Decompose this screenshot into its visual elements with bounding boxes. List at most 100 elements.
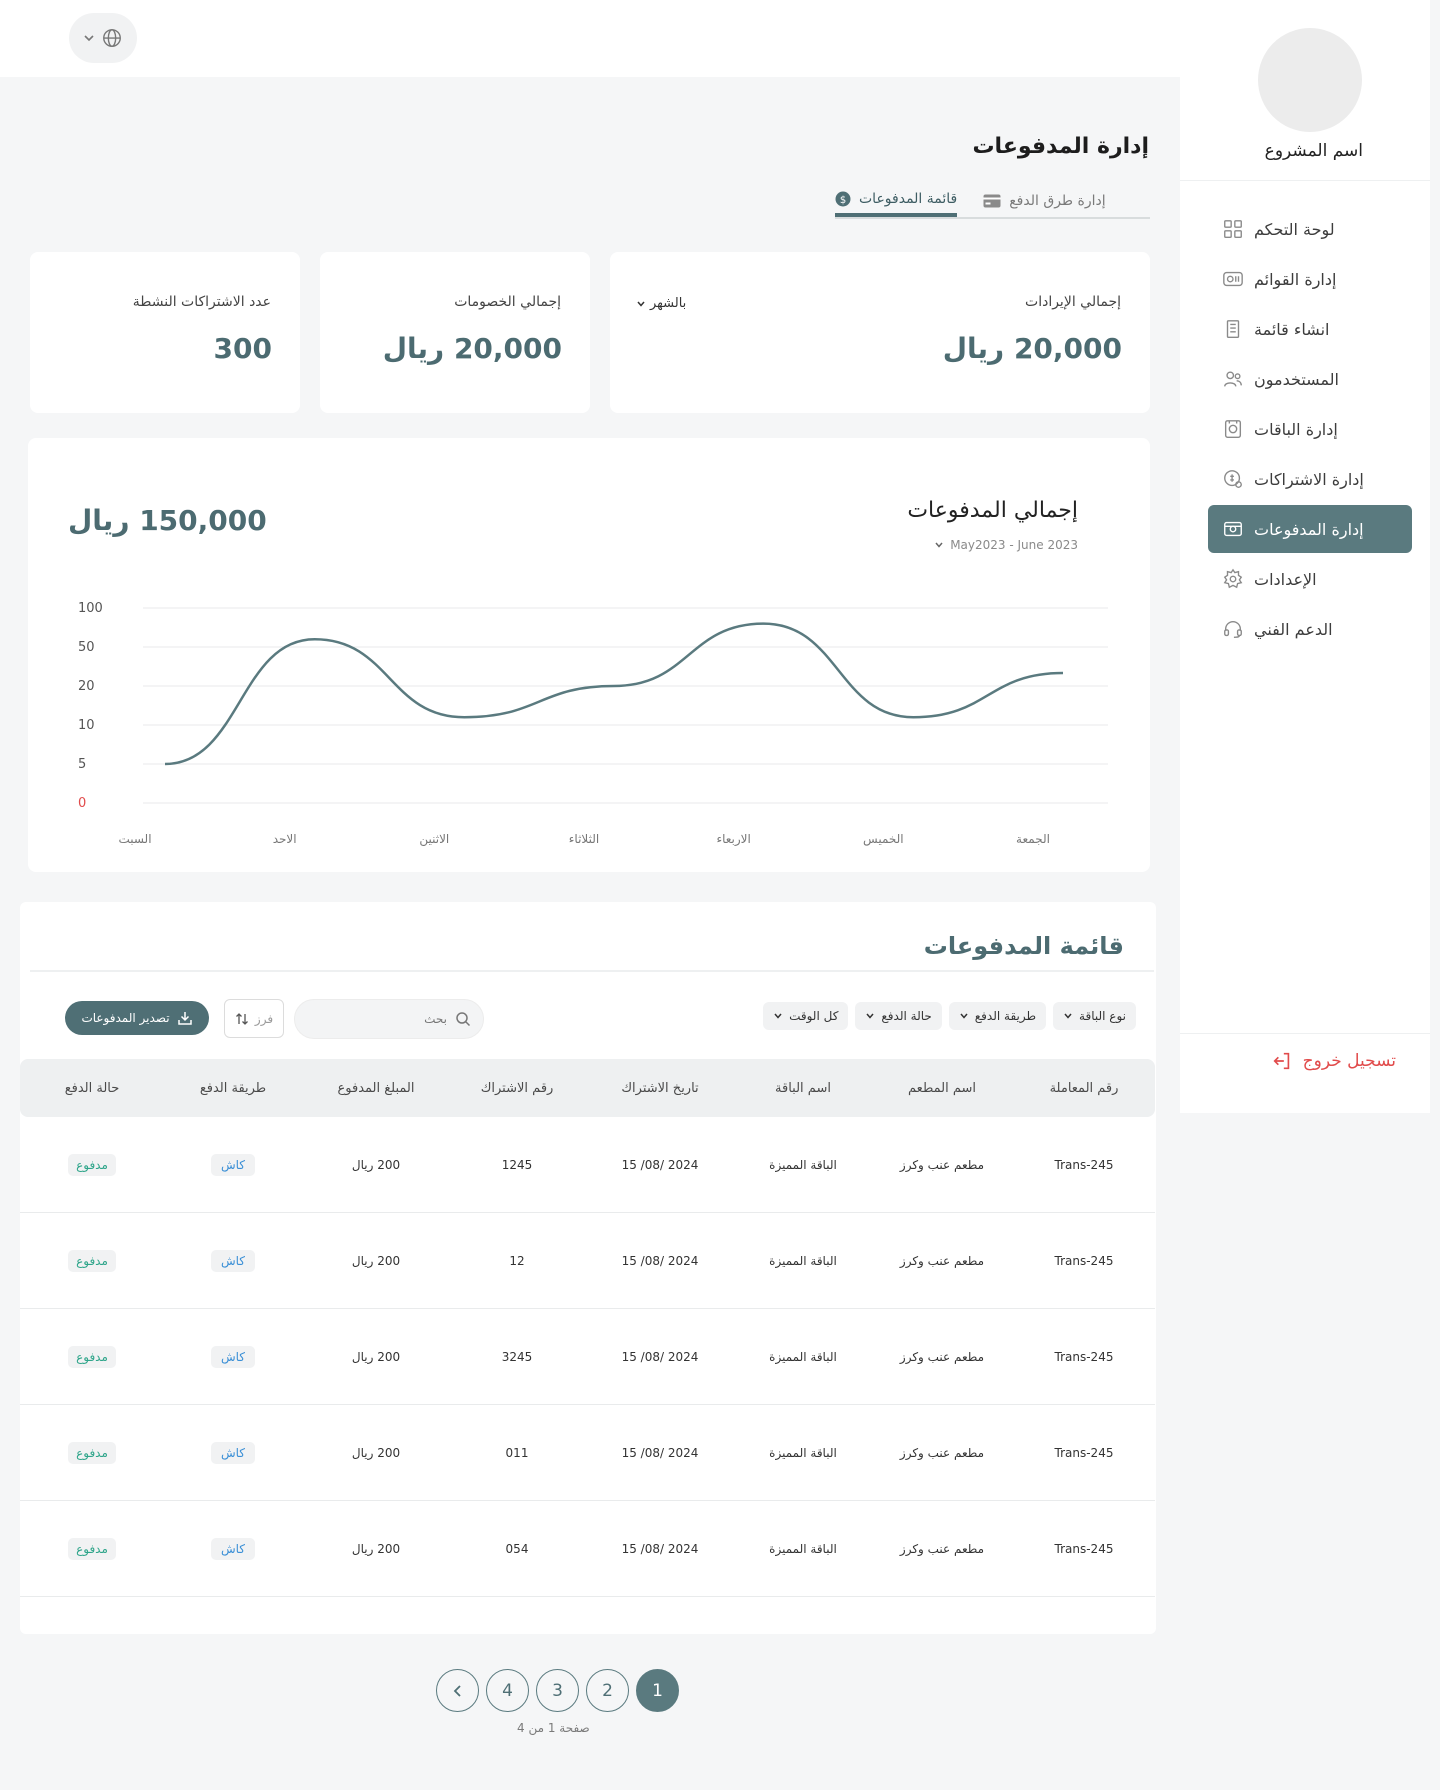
payment-method-badge: كاش	[210, 1153, 256, 1176]
export-payments-button[interactable]: تصدير المدفوعات	[65, 1001, 209, 1035]
table-header: رقم المعاملة اسم المطعم اسم الباقة تاريخ ال…	[20, 1059, 1155, 1117]
y-tick-label: 0	[78, 796, 86, 811]
status-badge: مدفوع	[68, 1153, 116, 1176]
chevron-down-icon	[1064, 1013, 1072, 1019]
filter-dropdown[interactable]: حالة الدفع	[855, 1002, 942, 1030]
filter-dropdown[interactable]: نوع الباقة	[1053, 1002, 1136, 1030]
cell-text: 1245	[501, 1157, 533, 1172]
tab-payment-methods[interactable]: إدارة طرق الدفع	[983, 184, 1106, 217]
next-page-button[interactable]	[436, 1669, 479, 1712]
table-cell: الباقة المميزة	[733, 1405, 873, 1500]
period-label: بالشهر	[650, 296, 687, 311]
sidebar-item[interactable]: الإعدادات	[1208, 555, 1412, 603]
table-cell: الباقة المميزة	[733, 1213, 873, 1308]
x-tick-label: السبت	[118, 832, 151, 846]
users-icon	[1222, 368, 1244, 390]
cell-text: Trans-245	[1054, 1541, 1114, 1556]
logout-button[interactable]: تسجيل خروج	[1271, 1050, 1396, 1072]
discounts-card: إجمالي الخصومات 20,000 ريال	[320, 252, 590, 413]
table-cell: مطعم عنب وكرز	[872, 1309, 1012, 1404]
table-cell: Trans-245	[1014, 1213, 1154, 1308]
table-cell: الباقة المميزة	[733, 1309, 873, 1404]
table-row[interactable]: Trans-245 مطعم عنب وكرز الباقة المميزة 15 /…	[20, 1117, 1155, 1213]
tab-label: قائمة المدفوعات	[859, 190, 958, 207]
language-switcher[interactable]	[69, 13, 137, 63]
table-cell: مدفوع	[22, 1213, 162, 1308]
sidebar-item[interactable]: المستخدمون	[1208, 355, 1412, 403]
sidebar-item[interactable]: لوحة التحكم	[1208, 205, 1412, 253]
svg-text:$: $	[840, 195, 846, 206]
search-box[interactable]	[294, 999, 484, 1039]
period-dropdown[interactable]: بالشهر	[636, 296, 686, 311]
table-cell: مدفوع	[22, 1405, 162, 1500]
table-row[interactable]: Trans-245 مطعم عنب وكرز الباقة المميزة 15 /…	[20, 1213, 1155, 1309]
table-cell: 15 /08/ 2024	[590, 1117, 730, 1212]
payments-icon	[1222, 518, 1244, 540]
cell-text: 15 /08/ 2024	[621, 1157, 699, 1172]
x-tick-label: الثلاثاء	[569, 832, 599, 846]
page-button[interactable]: 4	[486, 1669, 529, 1712]
payment-method-badge: كاش	[210, 1345, 256, 1368]
package-icon	[1222, 418, 1244, 440]
tab-payments-list[interactable]: $ قائمة المدفوعات	[835, 184, 958, 217]
sidebar-item[interactable]: انشاء قائمة	[1208, 305, 1412, 353]
chevron-down-icon	[866, 1013, 874, 1019]
sort-button[interactable]: فرز	[224, 999, 284, 1038]
pagination: 4321	[436, 1669, 679, 1712]
table-cell: كاش	[163, 1405, 303, 1500]
table-cell: Trans-245	[1014, 1117, 1154, 1212]
sidebar-item[interactable]: إدارة القوائم	[1208, 255, 1412, 303]
table-cell: الباقة المميزة	[733, 1117, 873, 1212]
payment-method-badge: كاش	[210, 1249, 256, 1272]
sidebar-item[interactable]: إدارة المدفوعات	[1208, 505, 1412, 553]
project-name: اسم المشروع	[1264, 141, 1363, 161]
status-badge: مدفوع	[68, 1345, 116, 1368]
cell-text: الباقة المميزة	[769, 1253, 837, 1268]
cell-text: مطعم عنب وكرز	[899, 1445, 985, 1460]
sidebar-divider	[1180, 1033, 1430, 1034]
table-row[interactable]: Trans-245 مطعم عنب وكرز الباقة المميزة 15 /…	[20, 1309, 1155, 1405]
chevron-down-icon	[774, 1013, 782, 1019]
table-cell: مدفوع	[22, 1117, 162, 1212]
date-range-dropdown[interactable]: May2023 - June 2023	[934, 538, 1078, 552]
sidebar-item-label: انشاء قائمة	[1254, 319, 1330, 339]
table-row[interactable]: Trans-245 مطعم عنب وكرز الباقة المميزة 15 /…	[20, 1501, 1155, 1597]
cell-text: 011	[505, 1445, 529, 1460]
x-tick-label: الاثنين	[419, 832, 449, 847]
table-cell: 200 ريال	[306, 1213, 446, 1308]
table-cell: 1245	[447, 1117, 587, 1212]
filter-label: كل الوقت	[789, 1009, 839, 1023]
sidebar-item[interactable]: إدارة الاشتراكات	[1208, 455, 1412, 503]
table-cell: 200 ريال	[306, 1117, 446, 1212]
table-cell: Trans-245	[1014, 1309, 1154, 1404]
search-input[interactable]	[307, 1012, 447, 1026]
page-button[interactable]: 2	[586, 1669, 629, 1712]
page-button[interactable]: 3	[536, 1669, 579, 1712]
cell-text: 200 ريال	[351, 1541, 401, 1556]
sidebar-item-label: الإعدادات	[1254, 569, 1317, 589]
x-tick-label: الخميس	[863, 832, 904, 847]
table-cell: 054	[447, 1501, 587, 1596]
filter-label: طريقة الدفع	[974, 1009, 1037, 1023]
filter-dropdown[interactable]: طريقة الدفع	[948, 1002, 1047, 1030]
filter-bar: كل الوقت حالة الدفع طريقة الدفع نوع الباقة	[763, 1002, 1136, 1030]
cell-text: Trans-245	[1054, 1349, 1114, 1364]
revenue-value: 20,000 ريال	[942, 332, 1122, 365]
sidebar-item[interactable]: الدعم الفني	[1208, 605, 1412, 653]
table-cell: مطعم عنب وكرز	[872, 1117, 1012, 1212]
cell-text: مطعم عنب وكرز	[899, 1541, 985, 1556]
table-cell: كاش	[163, 1117, 303, 1212]
payment-method-badge: كاش	[210, 1537, 256, 1560]
sidebar-item[interactable]: إدارة الباقات	[1208, 405, 1412, 453]
table-cell: 15 /08/ 2024	[590, 1501, 730, 1596]
sidebar-item-label: الدعم الفني	[1254, 619, 1333, 639]
filter-dropdown[interactable]: كل الوقت	[763, 1002, 849, 1030]
table-cell: 200 ريال	[306, 1309, 446, 1404]
table-cell: 200 ريال	[306, 1405, 446, 1500]
page-button[interactable]: 1	[636, 1669, 679, 1712]
cell-text: الباقة المميزة	[769, 1349, 837, 1364]
revenue-card: إجمالي الإيرادات 20,000 ريال بالشهر	[610, 252, 1150, 413]
table-row[interactable]: Trans-245 مطعم عنب وكرز الباقة المميزة 15 /…	[20, 1405, 1155, 1501]
sidebar-nav: لوحة التحكم إدارة القوائم انشاء قائمة المست…	[1208, 205, 1412, 655]
download-icon	[177, 1012, 192, 1025]
